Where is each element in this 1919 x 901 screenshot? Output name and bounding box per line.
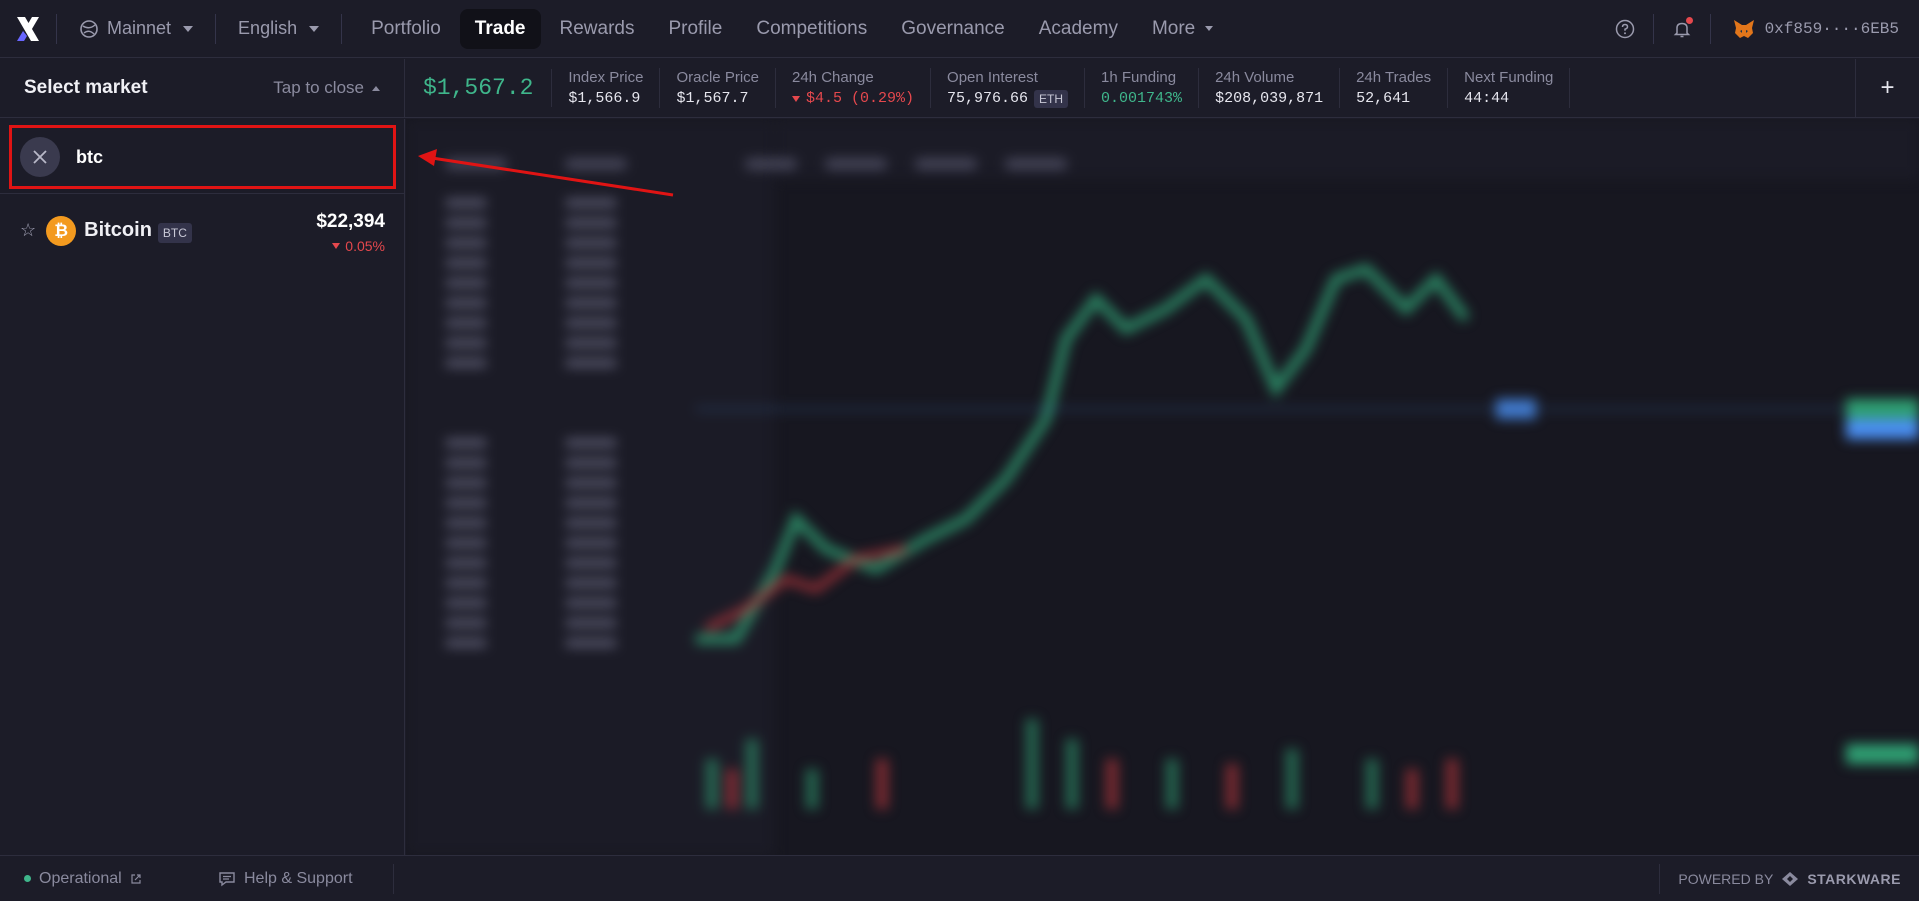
stat-label: Next Funding: [1464, 69, 1554, 86]
language-label: English: [238, 18, 298, 38]
tap-to-close-label: Tap to close: [273, 78, 364, 97]
network-label: Mainnet: [107, 18, 172, 38]
nav-link-competitions[interactable]: Competitions: [741, 9, 882, 49]
change-value: $4.5 (0.29%): [806, 90, 915, 107]
stat-value: 52,641: [1356, 90, 1411, 107]
nav-link-profile[interactable]: Profile: [653, 9, 737, 49]
metamask-fox-icon: [1733, 19, 1754, 38]
nav-right: 0xf859····6EB5: [1597, 0, 1919, 58]
add-panel-button[interactable]: +: [1855, 58, 1919, 118]
search-highlight-box: [9, 125, 396, 189]
tap-to-close-button[interactable]: Tap to close: [273, 78, 380, 98]
market-search-panel: ☆ ₿ Bitcoin BTC $22,394 0.05%: [0, 119, 405, 855]
nav-links: Portfolio Trade Rewards Profile Competit…: [342, 8, 1228, 49]
stat-24h-change: 24h Change $4.5 (0.29%): [776, 68, 932, 108]
market-result-bitcoin[interactable]: ☆ ₿ Bitcoin BTC $22,394 0.05%: [0, 209, 405, 269]
stat-value: $1,567.7: [676, 90, 749, 107]
status-link[interactable]: Operational: [0, 870, 190, 888]
blurred-chart-graphic: [446, 159, 1919, 809]
stat-open-interest: Open Interest 75,976.66 ETH: [931, 68, 1086, 108]
triangle-down-icon: [332, 243, 341, 249]
wallet-button[interactable]: 0xf859····6EB5: [1711, 19, 1919, 39]
search-row: [0, 119, 405, 194]
blurred-trading-area: [406, 119, 1919, 855]
open-interest-value: 75,976.66: [947, 90, 1029, 107]
nav-link-governance[interactable]: Governance: [886, 9, 1020, 49]
powered-by: POWERED BY STARKWARE: [1659, 863, 1919, 894]
select-market-header[interactable]: Select market Tap to close: [0, 58, 405, 118]
stat-1h-funding: 1h Funding 0.001743%: [1085, 68, 1200, 108]
stat-label: 24h Trades: [1356, 69, 1432, 86]
stat-24h-volume: 24h Volume $208,039,871: [1199, 68, 1341, 108]
stat-value-oi: 75,976.66 ETH: [947, 89, 1069, 108]
triangle-down-icon: [792, 95, 800, 102]
chevron-down-icon: [309, 25, 320, 32]
stat-next-funding: Next Funding 44:44: [1448, 68, 1571, 108]
notifications-button[interactable]: [1654, 0, 1710, 58]
select-market-title: Select market: [24, 77, 148, 98]
nav-link-rewards[interactable]: Rewards: [545, 9, 650, 49]
language-selector[interactable]: English: [216, 0, 341, 58]
starkware-brand: STARKWARE: [1807, 870, 1901, 887]
asset-badge: ETH: [1034, 89, 1069, 108]
ticker-badge: BTC: [157, 223, 192, 243]
help-button[interactable]: [1597, 0, 1653, 58]
stat-value: $1,566.9: [568, 90, 641, 107]
stat-label: Open Interest: [947, 68, 1038, 86]
question-icon: [1615, 19, 1634, 38]
market-result-price: $22,394: [316, 211, 385, 232]
stat-index-price: Index Price $1,566.9: [552, 68, 661, 108]
chevron-up-icon: [372, 85, 380, 91]
market-bar: Select market Tap to close $1,567.2 Inde…: [0, 58, 1919, 118]
stat-oracle-price: Oracle Price $1,567.7: [660, 68, 776, 108]
stat-label: Oracle Price: [676, 69, 759, 86]
change-percent: 0.05%: [345, 238, 385, 254]
nav-link-trade[interactable]: Trade: [459, 8, 541, 49]
dydx-logo[interactable]: [0, 0, 56, 58]
market-price: $1,567.2: [405, 69, 553, 107]
external-link-icon: [131, 873, 141, 884]
stat-label: 1h Funding: [1101, 69, 1177, 86]
network-selector[interactable]: Mainnet: [57, 0, 215, 58]
help-support-button[interactable]: Help & Support: [190, 863, 394, 894]
powered-by-label: POWERED BY: [1678, 870, 1774, 887]
nav-link-portfolio[interactable]: Portfolio: [356, 9, 456, 49]
stat-value-change: $4.5 (0.29%): [792, 90, 914, 107]
logo-icon: [17, 16, 39, 41]
status-dot: [24, 875, 31, 882]
stat-label: Index Price: [568, 69, 644, 86]
globe-network-icon: [80, 19, 98, 38]
chat-bubble-icon: [219, 871, 235, 886]
top-navigation: Mainnet English Portfolio Trade Rewards …: [0, 0, 1919, 58]
nav-more-dropdown[interactable]: More: [1137, 9, 1228, 49]
more-label: More: [1151, 17, 1196, 39]
bitcoin-icon: ₿: [46, 216, 77, 246]
stat-label: 24h Volume: [1215, 69, 1295, 86]
market-search-input[interactable]: [76, 146, 356, 168]
close-icon: [33, 150, 47, 164]
help-support-label: Help & Support: [244, 869, 353, 887]
stat-value: 44:44: [1464, 90, 1510, 107]
blurred-content: [406, 119, 1919, 855]
footer: Operational Help & Support POWERED BY ST…: [0, 855, 1919, 901]
market-name: Bitcoin: [84, 219, 152, 241]
stat-label: 24h Change: [792, 69, 874, 86]
status-label: Operational: [39, 869, 122, 887]
market-result-change: 0.05%: [316, 238, 385, 254]
stat-value: 0.001743%: [1101, 90, 1183, 107]
notification-badge: [1685, 16, 1693, 24]
chevron-down-icon: [1205, 26, 1214, 31]
market-price-block: $22,394 0.05%: [316, 209, 385, 254]
star-favorite-icon[interactable]: ☆: [20, 220, 36, 241]
clear-search-button[interactable]: [20, 137, 60, 177]
chevron-down-icon: [183, 25, 194, 32]
wallet-address: 0xf859····6EB5: [1764, 19, 1899, 38]
stat-24h-trades: 24h Trades 52,641: [1340, 68, 1449, 108]
nav-link-academy[interactable]: Academy: [1024, 9, 1133, 49]
starkware-logo-icon: [1782, 871, 1799, 886]
stat-value: $208,039,871: [1215, 90, 1324, 107]
